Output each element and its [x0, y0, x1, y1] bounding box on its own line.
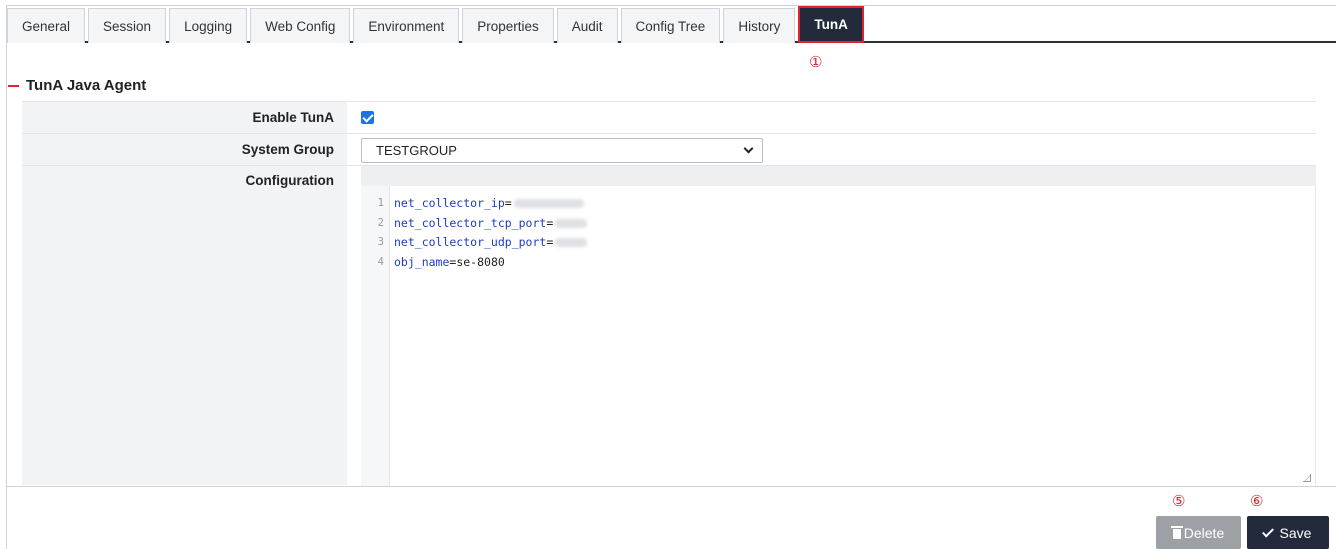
row-enable-tuna: Enable TunA	[22, 101, 1316, 133]
footer-divider	[7, 486, 1336, 487]
line-number: 2	[377, 216, 384, 229]
tuna-form: Enable TunA System Group TESTGROUP Confi…	[22, 101, 1316, 486]
section-title-text: TunA Java Agent	[26, 77, 147, 94]
callout-1: ①	[809, 53, 823, 71]
system-group-label: System Group	[22, 134, 347, 165]
line-number: 1	[377, 197, 384, 209]
trash-icon	[1170, 525, 1183, 539]
code-value: se-8080	[456, 254, 505, 269]
row-system-group: System Group TESTGROUP	[22, 133, 1316, 165]
system-group-select[interactable]: TESTGROUP	[361, 138, 763, 163]
tab-general[interactable]: General	[7, 8, 86, 43]
tab-audit[interactable]: Audit	[556, 8, 618, 43]
enable-tuna-label: Enable TunA	[22, 102, 347, 133]
section-title: TunA Java Agent	[8, 77, 146, 94]
tab-config-tree[interactable]: Config Tree	[620, 8, 721, 43]
save-button[interactable]: Save	[1247, 516, 1329, 549]
system-group-value: TESTGROUP	[376, 143, 457, 158]
delete-button-label: Delete	[1183, 524, 1225, 541]
code-line: net_collector_ip=	[394, 194, 587, 214]
editor-body[interactable]: 1 2 3 4 net_collector_ip= net_collector_…	[361, 186, 1316, 486]
tab-tuna[interactable]: TunA	[798, 6, 864, 43]
tab-bar: General Session Logging Web Config Envir…	[7, 6, 1336, 43]
tab-history[interactable]: History	[723, 8, 796, 43]
redacted-value	[555, 218, 588, 228]
code-line: net_collector_udp_port=	[394, 233, 588, 253]
editor-toolbar	[361, 166, 1316, 186]
row-configuration: Configuration 1 2 3 4 net_collector_ip= …	[22, 165, 1316, 486]
enable-tuna-cell	[347, 102, 1316, 133]
code-equals: =	[546, 215, 554, 230]
callout-5: ⑤	[1172, 492, 1186, 510]
tab-web-config[interactable]: Web Config	[250, 8, 351, 43]
code-key: obj_name	[394, 254, 450, 269]
configuration-editor[interactable]: 1 2 3 4 net_collector_ip= net_collector_…	[361, 166, 1316, 486]
configuration-cell: 1 2 3 4 net_collector_ip= net_collector_…	[347, 166, 1316, 486]
system-group-cell: TESTGROUP	[347, 134, 1316, 165]
save-button-label: Save	[1279, 524, 1312, 541]
line-number-gutter: 1 2 3 4	[361, 186, 390, 486]
resize-handle-icon[interactable]	[1303, 474, 1311, 482]
code-equals: =	[504, 196, 512, 210]
check-icon	[1261, 524, 1274, 538]
code-key: net_collector_udp_port	[394, 235, 547, 249]
tab-session[interactable]: Session	[88, 8, 167, 43]
code-area[interactable]: net_collector_ip= net_collector_tcp_port…	[390, 186, 588, 486]
tab-logging[interactable]: Logging	[169, 8, 248, 43]
code-key: net_collector_ip	[394, 196, 505, 210]
tab-environment[interactable]: Environment	[353, 8, 460, 43]
line-number: 3	[377, 236, 384, 248]
collapse-dash-icon[interactable]	[8, 84, 19, 87]
code-equals: =	[546, 235, 554, 249]
enable-tuna-checkbox[interactable]	[361, 111, 374, 124]
code-line: obj_name=se-8080	[394, 253, 587, 273]
line-number: 4	[377, 255, 384, 268]
redacted-value	[555, 238, 588, 247]
code-key: net_collector_tcp_port	[394, 215, 547, 230]
redacted-value	[513, 199, 584, 208]
chevron-down-icon	[743, 143, 754, 154]
delete-button[interactable]: Delete	[1156, 516, 1241, 549]
configuration-label: Configuration	[22, 166, 347, 485]
code-line: net_collector_tcp_port=	[394, 214, 588, 234]
tab-properties[interactable]: Properties	[462, 8, 554, 43]
callout-6: ⑥	[1250, 492, 1264, 510]
